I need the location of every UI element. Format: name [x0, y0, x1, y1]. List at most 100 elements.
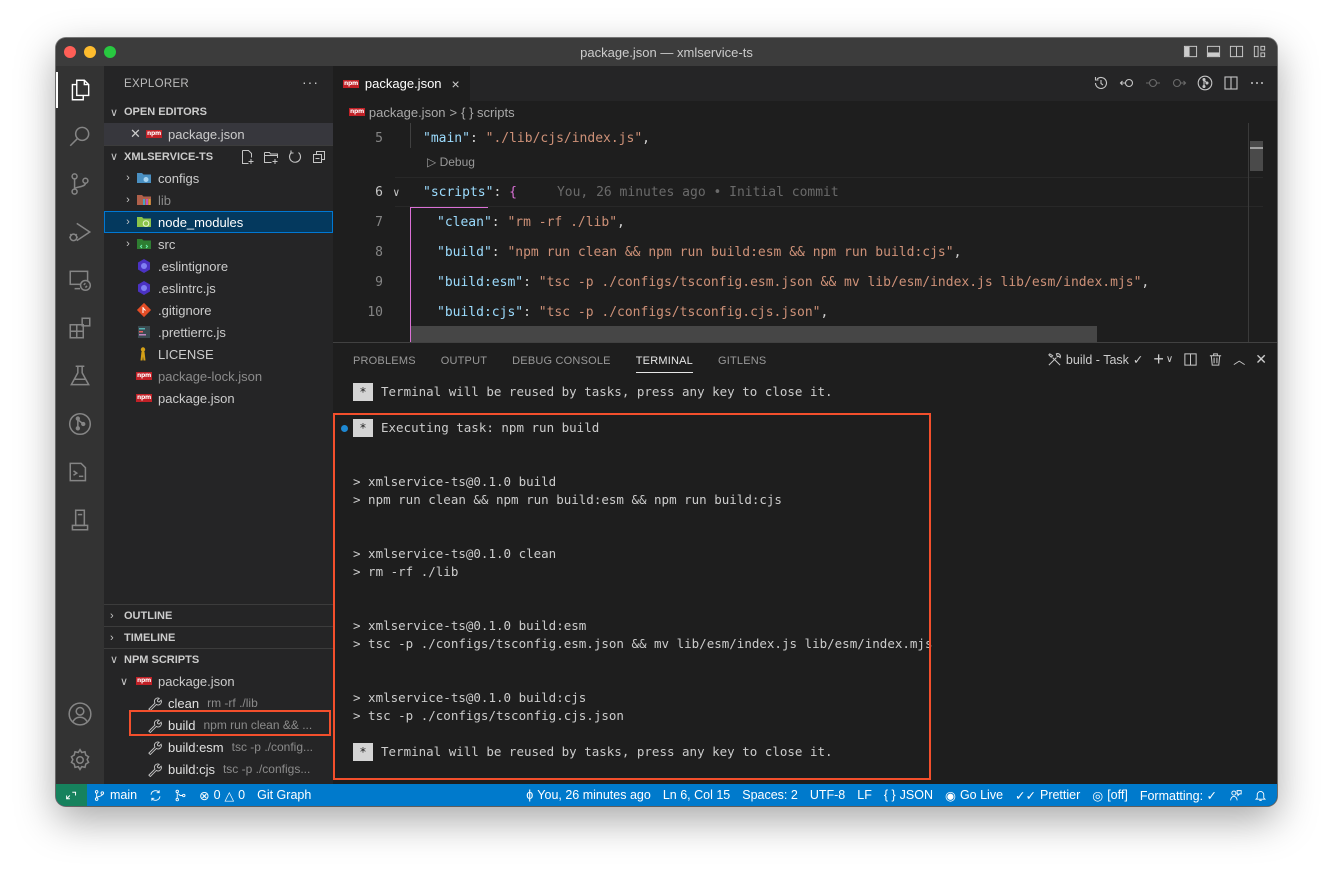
testing-icon[interactable] — [56, 354, 104, 398]
script-command: npm run clean && ... — [203, 718, 313, 732]
kill-terminal-icon[interactable] — [1208, 352, 1223, 367]
prettier-status[interactable]: ✓✓ Prettier — [1009, 788, 1086, 803]
new-folder-icon[interactable] — [263, 149, 279, 165]
feedback-button[interactable] — [1223, 789, 1248, 802]
more-actions-icon[interactable]: ··· — [302, 74, 319, 90]
toggle-primary-sidebar-icon[interactable] — [1183, 44, 1198, 59]
breadcrumb-file[interactable]: package.json — [369, 105, 446, 120]
branch-name: main — [110, 788, 138, 802]
tree-item-label: package-lock.json — [158, 368, 263, 384]
timeline-section-header[interactable]: › TIMELINE — [104, 626, 333, 648]
customize-layout-icon[interactable] — [1252, 44, 1267, 59]
new-file-icon[interactable] — [239, 149, 255, 165]
breadcrumb-symbol[interactable]: { } scripts — [461, 105, 514, 120]
cursor-position[interactable]: Ln 6, Col 15 — [657, 788, 736, 802]
open-editor-item[interactable]: ✕ npm package.json — [104, 123, 333, 145]
fold-chevron-icon[interactable]: ∨ — [393, 186, 400, 199]
server-icon[interactable] — [56, 498, 104, 542]
end-of-line[interactable]: LF — [851, 788, 878, 802]
remote-indicator[interactable] — [56, 784, 87, 806]
split-editor-icon[interactable] — [1223, 75, 1239, 91]
file-history-icon[interactable] — [1093, 75, 1109, 91]
git-graph-icon[interactable] — [1197, 75, 1213, 91]
new-terminal-icon[interactable]: + — [1153, 350, 1164, 368]
close-window-button[interactable] — [64, 46, 76, 58]
tree-item-eslintrc[interactable]: .eslintrc.js — [104, 277, 333, 299]
maximize-window-button[interactable] — [104, 46, 116, 58]
run-debug-icon[interactable] — [56, 210, 104, 254]
open-changes-previous-icon[interactable] — [1119, 75, 1135, 91]
accounts-icon[interactable] — [56, 692, 104, 736]
collapse-all-icon[interactable] — [311, 149, 327, 165]
language-mode[interactable]: { } JSON — [878, 788, 939, 802]
tree-item-label: src — [158, 236, 176, 252]
npm-scripts-title: NPM SCRIPTS — [124, 653, 200, 666]
tree-item-node-modules[interactable]: › node_modules — [104, 211, 333, 233]
debug-codelens[interactable]: ▷ Debug — [427, 155, 475, 169]
split-terminal-icon[interactable] — [1183, 352, 1198, 367]
toggle-panel-icon[interactable] — [1206, 44, 1221, 59]
remote-explorer-icon[interactable] — [56, 258, 104, 302]
tree-item-eslintignore[interactable]: .eslintignore — [104, 255, 333, 277]
tab-output[interactable]: OUTPUT — [441, 343, 487, 378]
horizontal-scrollbar[interactable] — [411, 326, 1097, 342]
tree-item-prettierrc[interactable]: .prettierrc.js — [104, 321, 333, 343]
close-tab-icon[interactable]: × — [452, 76, 460, 92]
tree-item-gitignore[interactable]: .gitignore — [104, 299, 333, 321]
tree-item-package-json[interactable]: npm package.json — [104, 387, 333, 409]
settings-gear-icon[interactable] — [56, 738, 104, 782]
vertical-scrollbar[interactable] — [1250, 141, 1263, 171]
maximize-panel-icon[interactable]: ︿ — [1233, 351, 1245, 368]
terminal-selector[interactable]: build - Task ✓ — [1047, 352, 1143, 367]
go-live-button[interactable]: ◉ Go Live — [939, 788, 1009, 803]
tree-item-src[interactable]: › src — [104, 233, 333, 255]
git-graph-status[interactable]: Git Graph — [251, 788, 317, 802]
more-actions-icon[interactable] — [1249, 75, 1265, 91]
refresh-icon[interactable] — [287, 149, 303, 165]
watch-status[interactable]: ◎ [off] — [1086, 788, 1134, 803]
close-panel-icon[interactable]: ✕ — [1255, 351, 1267, 368]
close-editor-icon[interactable]: ✕ — [130, 126, 146, 142]
outline-section-header[interactable]: › OUTLINE — [104, 604, 333, 626]
open-editors-section-header[interactable]: ∨ OPEN EDITORS — [104, 101, 333, 123]
tree-item-configs[interactable]: › configs — [104, 167, 333, 189]
tree-item-license[interactable]: LICENSE — [104, 343, 333, 365]
npm-icon: npm — [136, 394, 152, 402]
chevron-down-icon[interactable]: ∨ — [1166, 354, 1173, 365]
tab-gitlens[interactable]: GITLENS — [718, 343, 766, 378]
npm-script-build-cjs[interactable]: build:cjs tsc -p ./configs... — [104, 758, 333, 780]
workspace-section-header[interactable]: ∨ XMLSERVICE-TS — [104, 145, 333, 167]
source-control-icon[interactable] — [56, 162, 104, 206]
npm-package-item[interactable]: ∨ npm package.json — [104, 670, 333, 692]
tab-package-json[interactable]: npm package.json × — [333, 66, 470, 101]
sync-button[interactable] — [143, 789, 168, 802]
formatting-status[interactable]: Formatting: ✓ — [1134, 788, 1223, 803]
search-icon[interactable] — [56, 114, 104, 158]
open-changes-next-icon[interactable] — [1171, 75, 1187, 91]
explorer-icon[interactable] — [56, 68, 104, 112]
encoding[interactable]: UTF-8 — [804, 788, 851, 802]
tree-item-lib[interactable]: › lib — [104, 189, 333, 211]
open-changes-commit-icon[interactable] — [1145, 75, 1161, 91]
tab-debug-console[interactable]: DEBUG CONSOLE — [512, 343, 611, 378]
npm-script-clean[interactable]: clean rm -rf ./lib — [104, 692, 333, 714]
git-graph-status-button[interactable] — [168, 789, 193, 802]
npm-script-build[interactable]: build npm run clean && ... — [104, 714, 333, 736]
indentation[interactable]: Spaces: 2 — [736, 788, 804, 802]
tab-problems[interactable]: PROBLEMS — [353, 343, 416, 378]
tree-item-package-lock[interactable]: npm package-lock.json — [104, 365, 333, 387]
git-graph-icon[interactable] — [56, 402, 104, 446]
blame-indicator[interactable]: ϕ You, 26 minutes ago — [520, 788, 657, 802]
tab-terminal[interactable]: TERMINAL — [635, 343, 694, 378]
npm-script-build-esm[interactable]: build:esm tsc -p ./config... — [104, 736, 333, 758]
npm-scripts-section-header[interactable]: ∨ NPM SCRIPTS — [104, 648, 333, 670]
toggle-secondary-sidebar-icon[interactable] — [1229, 44, 1244, 59]
branch-indicator[interactable]: main — [87, 788, 143, 802]
terminal-icon[interactable] — [56, 450, 104, 494]
notifications-button[interactable] — [1248, 789, 1277, 802]
code-editor[interactable]: 5 "main": "./lib/cjs/index.js", ▷ Debug … — [333, 123, 1263, 342]
minimize-window-button[interactable] — [84, 46, 96, 58]
extensions-icon[interactable] — [56, 306, 104, 350]
terminal-line: > npm run clean && npm run build:esm && … — [353, 492, 782, 507]
problems-indicator[interactable]: ⊗ 0 △ 0 — [193, 788, 251, 803]
